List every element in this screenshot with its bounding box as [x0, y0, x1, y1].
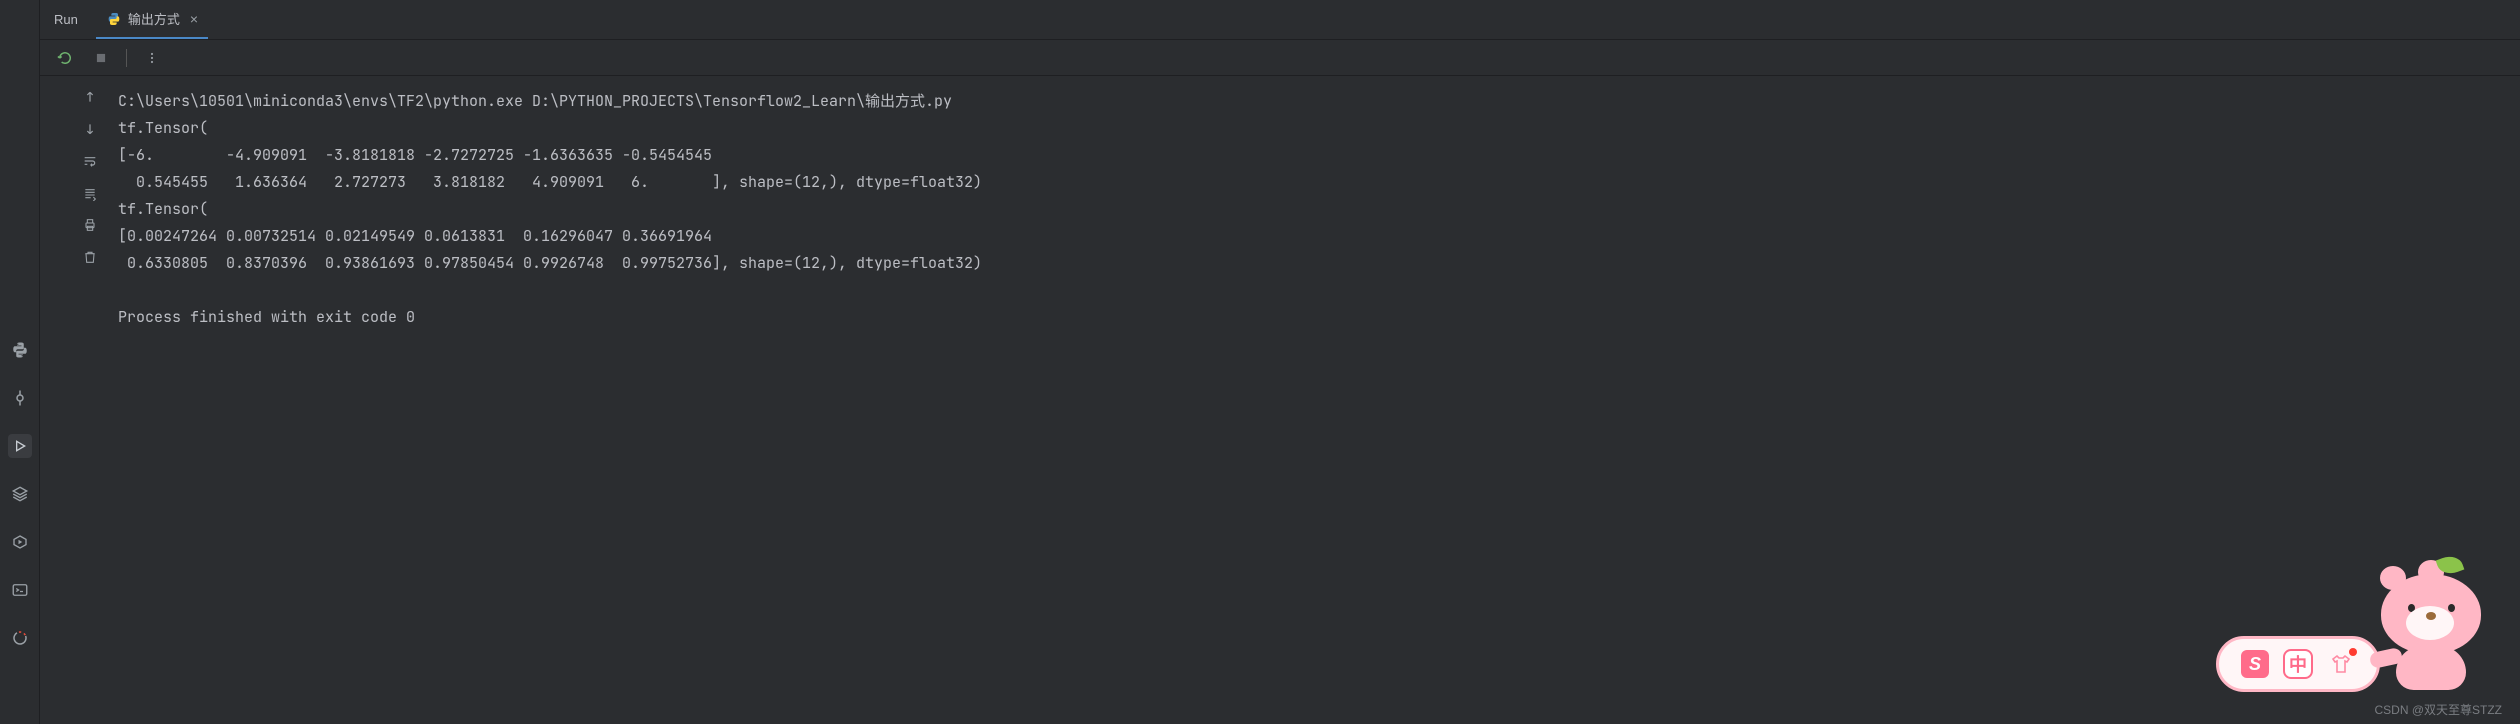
console-gutter — [70, 76, 110, 724]
scroll-end-icon[interactable] — [79, 182, 101, 204]
badge-s[interactable]: S — [2241, 650, 2269, 678]
python-file-icon — [106, 11, 122, 27]
scroll-down-icon[interactable] — [79, 118, 101, 140]
run-tool-window-header: Run 输出方式 × — [40, 0, 2520, 40]
scroll-up-icon[interactable] — [79, 86, 101, 108]
run-tab[interactable]: 输出方式 × — [96, 0, 208, 39]
trash-icon[interactable] — [79, 246, 101, 268]
terminal-icon[interactable] — [8, 578, 32, 602]
badge-zhong[interactable]: 中 — [2283, 649, 2313, 679]
tab-label: 输出方式 — [128, 9, 180, 28]
commit-icon[interactable] — [8, 386, 32, 410]
ide-left-rail — [0, 0, 40, 724]
tool-window-title: Run — [54, 12, 96, 27]
mascot-bubble[interactable]: S 中 — [2216, 636, 2380, 692]
problems-icon[interactable] — [8, 626, 32, 650]
console-output[interactable]: C:\Users\10501\miniconda3\envs\TF2\pytho… — [110, 76, 2520, 724]
tab-close-icon[interactable]: × — [190, 11, 198, 27]
layers-icon[interactable] — [8, 482, 32, 506]
soft-wrap-icon[interactable] — [79, 150, 101, 172]
print-icon[interactable] — [79, 214, 101, 236]
python-icon[interactable] — [8, 338, 32, 362]
rerun-button[interactable] — [54, 47, 76, 69]
badge-shirt-icon[interactable] — [2327, 650, 2355, 678]
more-button[interactable] — [141, 47, 163, 69]
console-area: C:\Users\10501\miniconda3\envs\TF2\pytho… — [70, 76, 2520, 724]
mascot-widget[interactable]: S 中 — [2202, 562, 2496, 692]
run-toolbar — [40, 40, 2520, 76]
bear-mascot[interactable] — [2366, 562, 2496, 692]
watermark-text: CSDN @双天至尊STZZ — [2374, 701, 2502, 718]
notification-dot — [2349, 648, 2357, 656]
toolbar-divider — [126, 49, 127, 67]
services-icon[interactable] — [8, 530, 32, 554]
run-icon[interactable] — [8, 434, 32, 458]
stop-button[interactable] — [90, 47, 112, 69]
